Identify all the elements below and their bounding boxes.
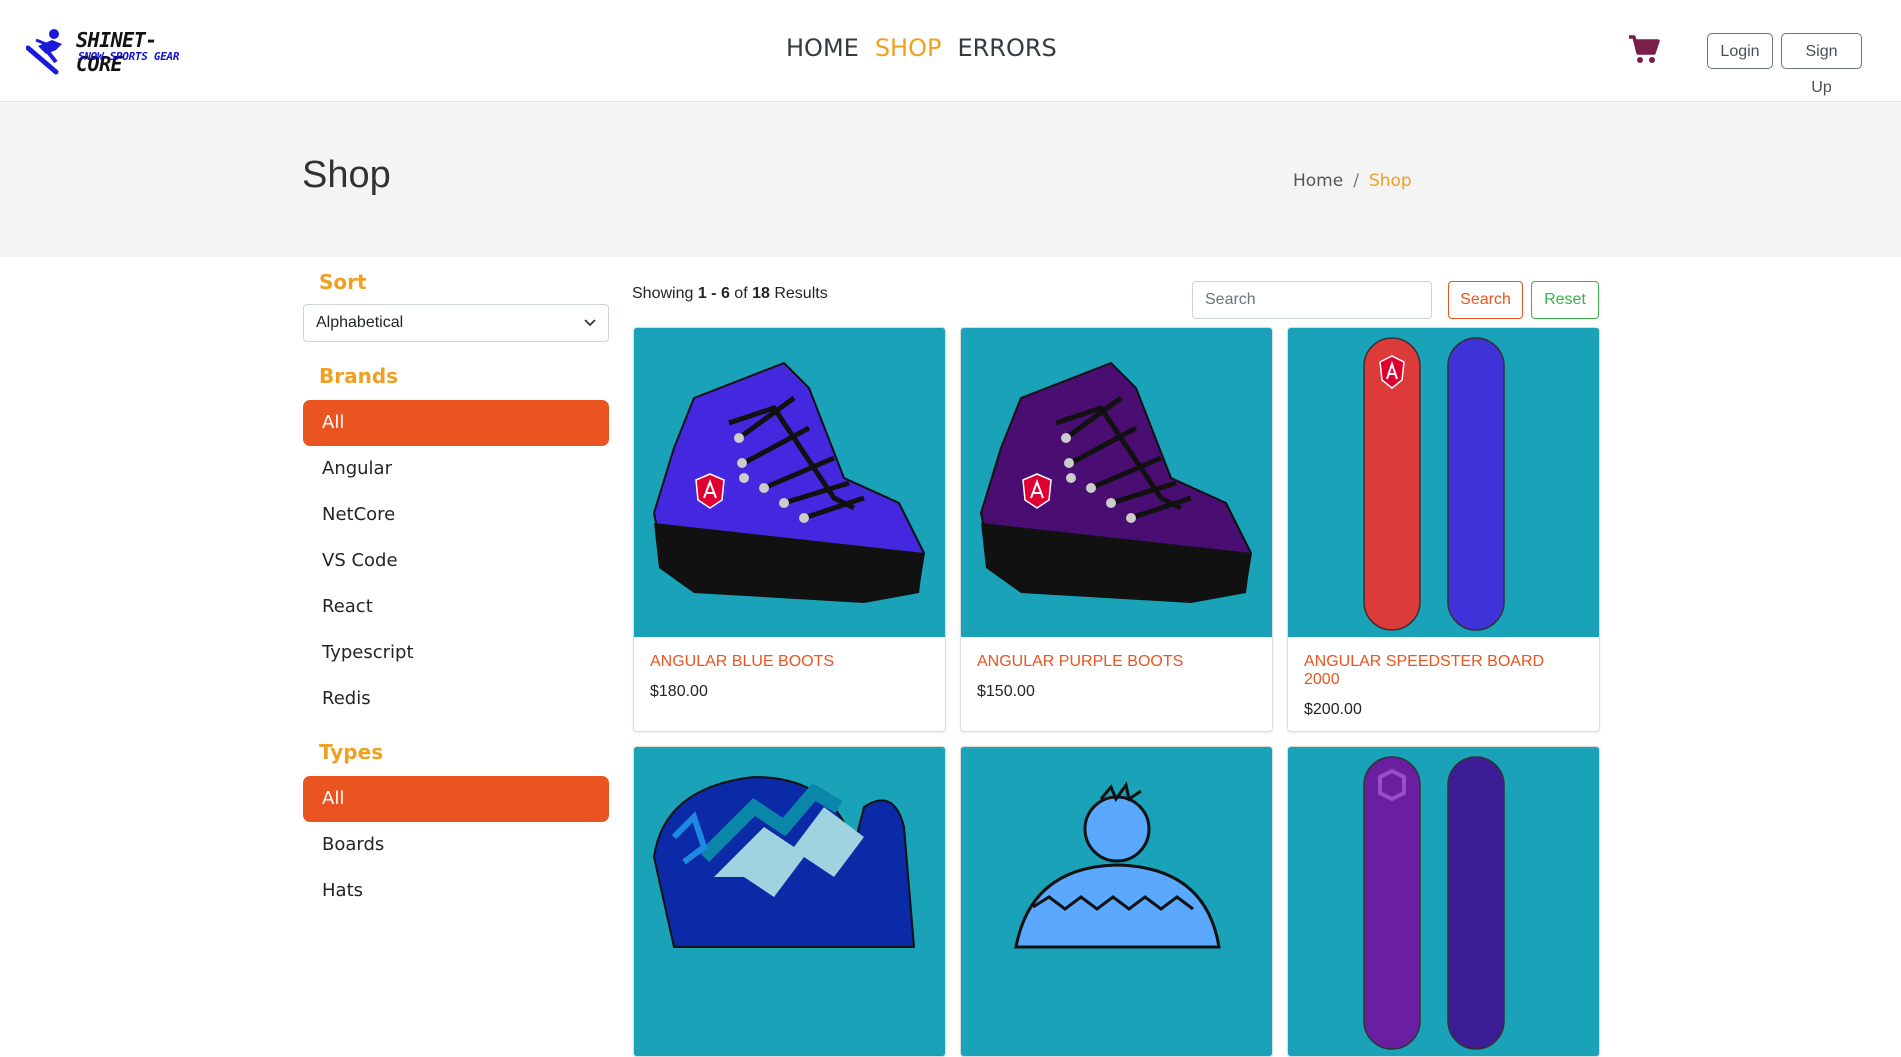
breadcrumb-current: Shop bbox=[1368, 171, 1412, 191]
brands-list: All Angular NetCore VS Code React Typesc… bbox=[303, 400, 609, 722]
search-button[interactable]: Search bbox=[1448, 281, 1523, 319]
main-nav: HOME SHOP ERRORS bbox=[786, 34, 1057, 62]
product-card-body: Angular Speedster Board 2000 $200.00 bbox=[1288, 637, 1599, 731]
brand-logo[interactable]: SHINET-CORE SNOW SPORTS GEAR bbox=[26, 28, 196, 76]
types-list: All Boards Hats bbox=[303, 776, 609, 914]
results-prefix: Showing bbox=[632, 285, 694, 302]
navbar: SHINET-CORE SNOW SPORTS GEAR HOME SHOP E… bbox=[0, 0, 1901, 102]
product-image-blue-boots bbox=[634, 328, 945, 637]
snowboarder-icon bbox=[26, 29, 62, 75]
type-item-all[interactable]: All bbox=[303, 776, 609, 822]
product-name[interactable]: Angular Speedster Board 2000 bbox=[1304, 653, 1583, 689]
nav-errors[interactable]: ERRORS bbox=[957, 34, 1056, 62]
brand-item-typescript[interactable]: Typescript bbox=[303, 630, 609, 676]
brand-item-vscode[interactable]: VS Code bbox=[303, 538, 609, 584]
brands-heading: Brands bbox=[319, 364, 399, 388]
product-card[interactable] bbox=[1287, 746, 1600, 1057]
product-card[interactable]: Angular Blue Boots $180.00 bbox=[633, 327, 946, 732]
brand-item-react[interactable]: React bbox=[303, 584, 609, 630]
results-total: 18 bbox=[752, 285, 770, 302]
product-name[interactable]: Angular Purple Boots bbox=[977, 653, 1256, 671]
type-item-boards[interactable]: Boards bbox=[303, 822, 609, 868]
product-card-body: Angular Purple Boots $150.00 bbox=[961, 637, 1272, 731]
signup-button[interactable]: Sign Up bbox=[1781, 33, 1862, 96]
breadcrumb-separator: / bbox=[1353, 171, 1359, 191]
product-image-purple-boots bbox=[961, 328, 1272, 637]
product-card[interactable] bbox=[960, 746, 1273, 1057]
brand-item-all[interactable]: All bbox=[303, 400, 609, 446]
product-card[interactable] bbox=[633, 746, 946, 1057]
nav-shop[interactable]: SHOP bbox=[875, 34, 942, 62]
product-card-body: Angular Blue Boots $180.00 bbox=[634, 637, 945, 731]
product-price: $200.00 bbox=[1304, 701, 1362, 718]
results-count: Showing 1 - 6 of 18 Results bbox=[632, 285, 828, 303]
product-price: $150.00 bbox=[977, 683, 1035, 700]
filter-sidebar: Sort Alphabetical Brands All Angular Net… bbox=[303, 270, 609, 914]
breadcrumb-home[interactable]: Home bbox=[1293, 171, 1343, 191]
type-item-hats[interactable]: Hats bbox=[303, 868, 609, 914]
product-image-beanie bbox=[961, 747, 1272, 1056]
sort-select[interactable]: Alphabetical bbox=[303, 304, 609, 342]
page-title: Shop bbox=[302, 154, 391, 196]
nav-home[interactable]: HOME bbox=[786, 34, 859, 62]
chevron-down-icon bbox=[584, 319, 596, 327]
product-card[interactable]: Angular Speedster Board 2000 $200.00 bbox=[1287, 327, 1600, 732]
shopping-cart-icon[interactable] bbox=[1628, 34, 1660, 64]
product-image-speedster-board bbox=[1288, 328, 1599, 637]
sort-selected-value: Alphabetical bbox=[316, 314, 404, 331]
types-heading: Types bbox=[319, 740, 384, 764]
product-name[interactable]: Angular Blue Boots bbox=[650, 653, 929, 671]
brand-item-redis[interactable]: Redis bbox=[303, 676, 609, 722]
results-of: of bbox=[734, 285, 748, 302]
results-range: 1 - 6 bbox=[697, 285, 730, 302]
product-image-mitten bbox=[634, 747, 945, 1056]
brand-item-angular[interactable]: Angular bbox=[303, 446, 609, 492]
search-input[interactable] bbox=[1192, 281, 1432, 319]
product-image-board-purple bbox=[1288, 747, 1599, 1056]
brand-tagline: SNOW SPORTS GEAR bbox=[78, 50, 180, 63]
brand-item-netcore[interactable]: NetCore bbox=[303, 492, 609, 538]
product-card[interactable]: Angular Purple Boots $150.00 bbox=[960, 327, 1273, 732]
login-button[interactable]: Login bbox=[1707, 33, 1773, 69]
product-price: $180.00 bbox=[650, 683, 708, 700]
page-header: Shop Home / Shop bbox=[0, 102, 1901, 257]
breadcrumb: Home / Shop bbox=[1293, 171, 1412, 191]
sort-heading: Sort bbox=[319, 270, 367, 294]
results-suffix: Results bbox=[774, 285, 828, 302]
reset-button[interactable]: Reset bbox=[1531, 281, 1599, 319]
